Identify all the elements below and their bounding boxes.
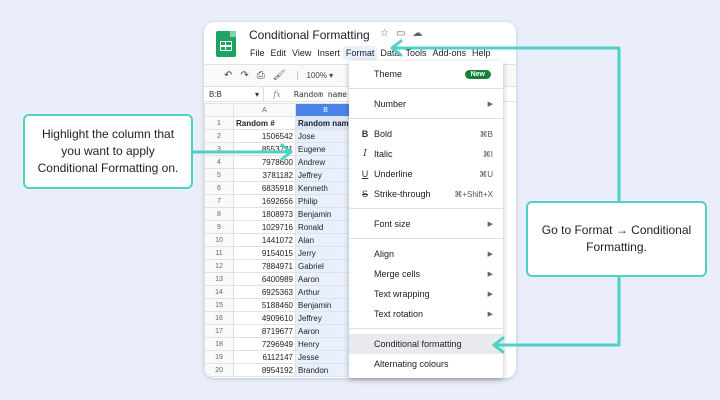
callout-text: Go to Format → Conditional Formatting. [541,223,692,254]
callout-text: Highlight the column that you want to ap… [37,127,179,175]
arrow-to-format-menu [390,46,621,203]
instruction-callout-highlight-column: Highlight the column that you want to ap… [23,114,193,189]
instruction-callout-format-menu: Go to Format → Conditional Formatting. [526,201,707,277]
arrow-to-conditional [492,275,621,347]
annotation-arrows [191,39,621,354]
